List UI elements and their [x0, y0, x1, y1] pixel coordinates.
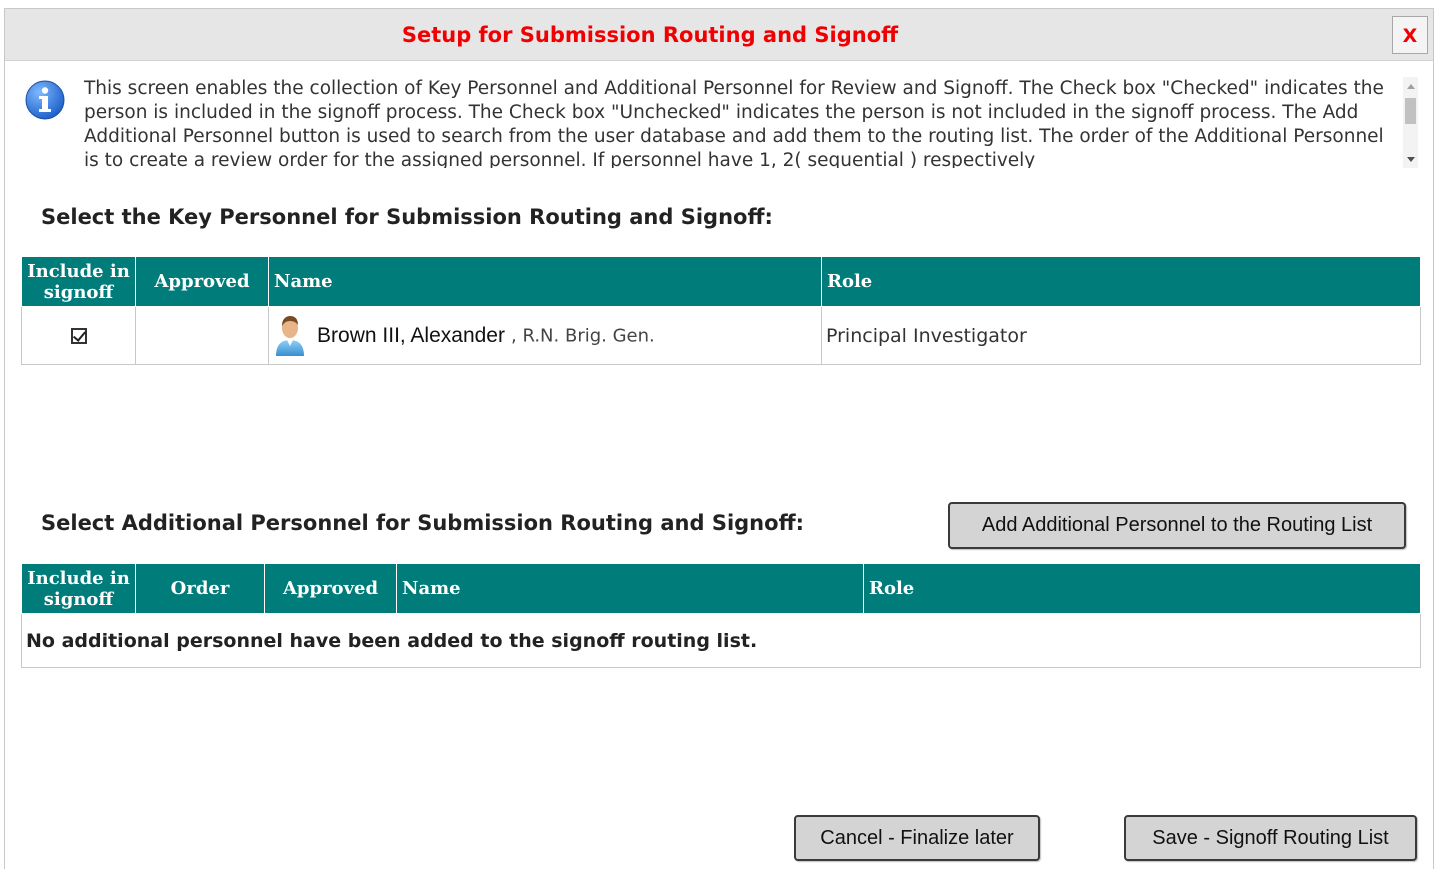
key-personnel-heading: Select the Key Personnel for Submission … [41, 205, 773, 229]
scroll-up-icon[interactable] [1407, 84, 1415, 89]
person-icon [276, 315, 304, 356]
col-approved: Approved [135, 256, 269, 307]
key-personnel-header-row: Include in signoff Approved Name Role [21, 256, 1421, 307]
role-cell: Principal Investigator [821, 306, 1421, 365]
dialog-title: Setup for Submission Routing and Signoff [401, 23, 899, 47]
col-approved: Approved [264, 563, 397, 614]
col-include-in-signoff: Include in signoff [21, 563, 136, 614]
empty-cell: No additional personnel have been added … [21, 613, 1421, 668]
scroll-down-icon[interactable] [1407, 157, 1415, 162]
include-checkbox[interactable] [70, 328, 87, 344]
person-credentials: , R.N. Brig. Gen. [511, 325, 655, 346]
col-role: Role [863, 563, 1421, 614]
key-personnel-table: Include in signoff Approved Name Role Br… [21, 256, 1421, 365]
col-name: Name [396, 563, 864, 614]
empty-row: No additional personnel have been added … [21, 613, 1421, 668]
info-text: This screen enables the collection of Ke… [84, 78, 1384, 168]
scroll-thumb[interactable] [1405, 98, 1416, 124]
table-row: Brown III, Alexander , R.N. Brig. Gen. P… [21, 306, 1421, 365]
col-role: Role [821, 256, 1421, 307]
empty-message: No additional personnel have been added … [26, 629, 758, 652]
info-scrollbar[interactable] [1403, 77, 1418, 168]
col-name: Name [268, 256, 822, 307]
close-button[interactable]: X [1392, 16, 1428, 54]
additional-personnel-header-row: Include in signoff Order Approved Name R… [21, 563, 1421, 614]
add-personnel-button[interactable]: Add Additional Personnel to the Routing … [948, 502, 1406, 549]
name-cell: Brown III, Alexander , R.N. Brig. Gen. [268, 306, 822, 365]
additional-personnel-heading: Select Additional Personnel for Submissi… [41, 511, 804, 535]
info-text-box: This screen enables the collection of Ke… [84, 77, 1400, 168]
routing-dialog: Setup for Submission Routing and Signoff… [4, 8, 1434, 869]
include-cell [21, 306, 136, 365]
person-name[interactable]: Brown III, Alexander [317, 324, 505, 347]
col-include-in-signoff: Include in signoff [21, 256, 136, 307]
additional-personnel-table: Include in signoff Order Approved Name R… [21, 563, 1421, 668]
dialog-titlebar: Setup for Submission Routing and Signoff… [5, 9, 1433, 61]
info-icon [25, 80, 65, 120]
save-button[interactable]: Save - Signoff Routing List [1124, 815, 1417, 861]
approved-cell [135, 306, 269, 365]
col-order: Order [135, 563, 265, 614]
cancel-button[interactable]: Cancel - Finalize later [794, 815, 1040, 861]
